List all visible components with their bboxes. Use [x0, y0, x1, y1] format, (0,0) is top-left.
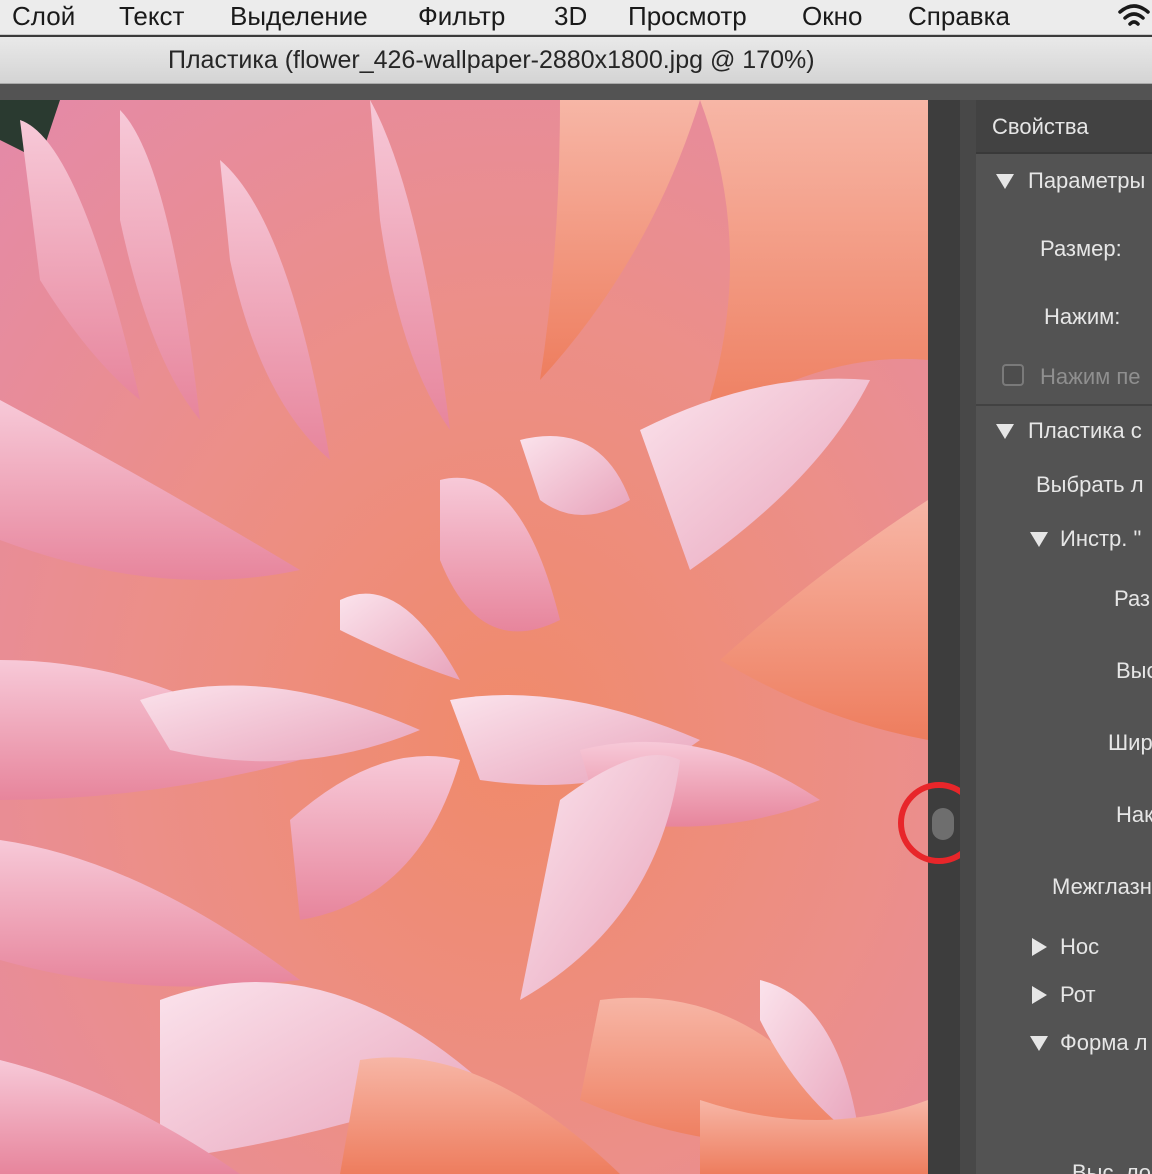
brush-size-label: Размер:	[1040, 236, 1122, 261]
face-shape-group-title[interactable]: Форма л	[1060, 1030, 1148, 1056]
disclosure-collapsed-icon[interactable]	[1032, 986, 1047, 1004]
eye-width-label: Шир	[1108, 730, 1152, 755]
properties-panel: Свойства Параметры Размер: Нажим: Нажим …	[976, 100, 1152, 1174]
pen-pressure-checkbox[interactable]	[1002, 364, 1024, 386]
menu-view[interactable]: Просмотр	[628, 0, 747, 32]
section-brush-title[interactable]: Параметры	[1028, 168, 1145, 194]
panel-title: Свойства	[992, 114, 1089, 139]
mouth-group-title[interactable]: Рот	[1060, 982, 1096, 1008]
disclosure-collapsed-icon[interactable]	[1032, 938, 1047, 956]
menu-filter[interactable]: Фильтр	[418, 0, 505, 32]
select-face-label: Выбрать л	[1036, 472, 1144, 497]
eye-size-label: Раз	[1114, 586, 1151, 611]
panel-header: Свойства	[976, 100, 1152, 154]
panel-divider	[928, 100, 960, 1174]
menu-layer[interactable]: Слой	[12, 0, 75, 32]
forehead-height-label: Выс. ло	[1072, 1160, 1152, 1174]
section-face-title[interactable]: Пластика с	[1028, 418, 1142, 444]
menu-window[interactable]: Окно	[802, 0, 862, 32]
eyes-group-title[interactable]: Инстр. "	[1060, 526, 1141, 552]
window-title: Пластика (flower_426-wallpaper-2880x1800…	[168, 46, 815, 74]
disclosure-expanded-icon[interactable]	[996, 174, 1014, 189]
wifi-icon[interactable]	[1116, 2, 1152, 32]
disclosure-expanded-icon[interactable]	[996, 424, 1014, 439]
menu-help[interactable]: Справка	[908, 0, 1010, 32]
eye-distance-label: Межглазн	[1052, 874, 1152, 899]
flower-photo	[0, 100, 928, 1174]
disclosure-expanded-icon[interactable]	[1030, 532, 1048, 547]
disclosure-expanded-icon[interactable]	[1030, 1036, 1048, 1051]
brush-pressure-label: Нажим:	[1044, 304, 1121, 329]
eye-height-label: Выс	[1116, 658, 1152, 683]
image-canvas[interactable]	[0, 100, 928, 1174]
pen-pressure-label: Нажим пе	[1040, 364, 1141, 389]
menu-select[interactable]: Выделение	[230, 0, 368, 32]
menu-bar: Слой Текст Выделение Фильтр 3D Просмотр …	[0, 0, 1152, 35]
section-separator	[976, 404, 1152, 406]
nose-group-title[interactable]: Нос	[1060, 934, 1099, 960]
panel-gap	[960, 100, 976, 1174]
window-title-bar: Пластика (flower_426-wallpaper-2880x1800…	[0, 37, 1152, 84]
menu-text[interactable]: Текст	[119, 0, 184, 32]
menu-3d[interactable]: 3D	[554, 0, 587, 32]
eye-tilt-label: Нак	[1116, 802, 1152, 827]
